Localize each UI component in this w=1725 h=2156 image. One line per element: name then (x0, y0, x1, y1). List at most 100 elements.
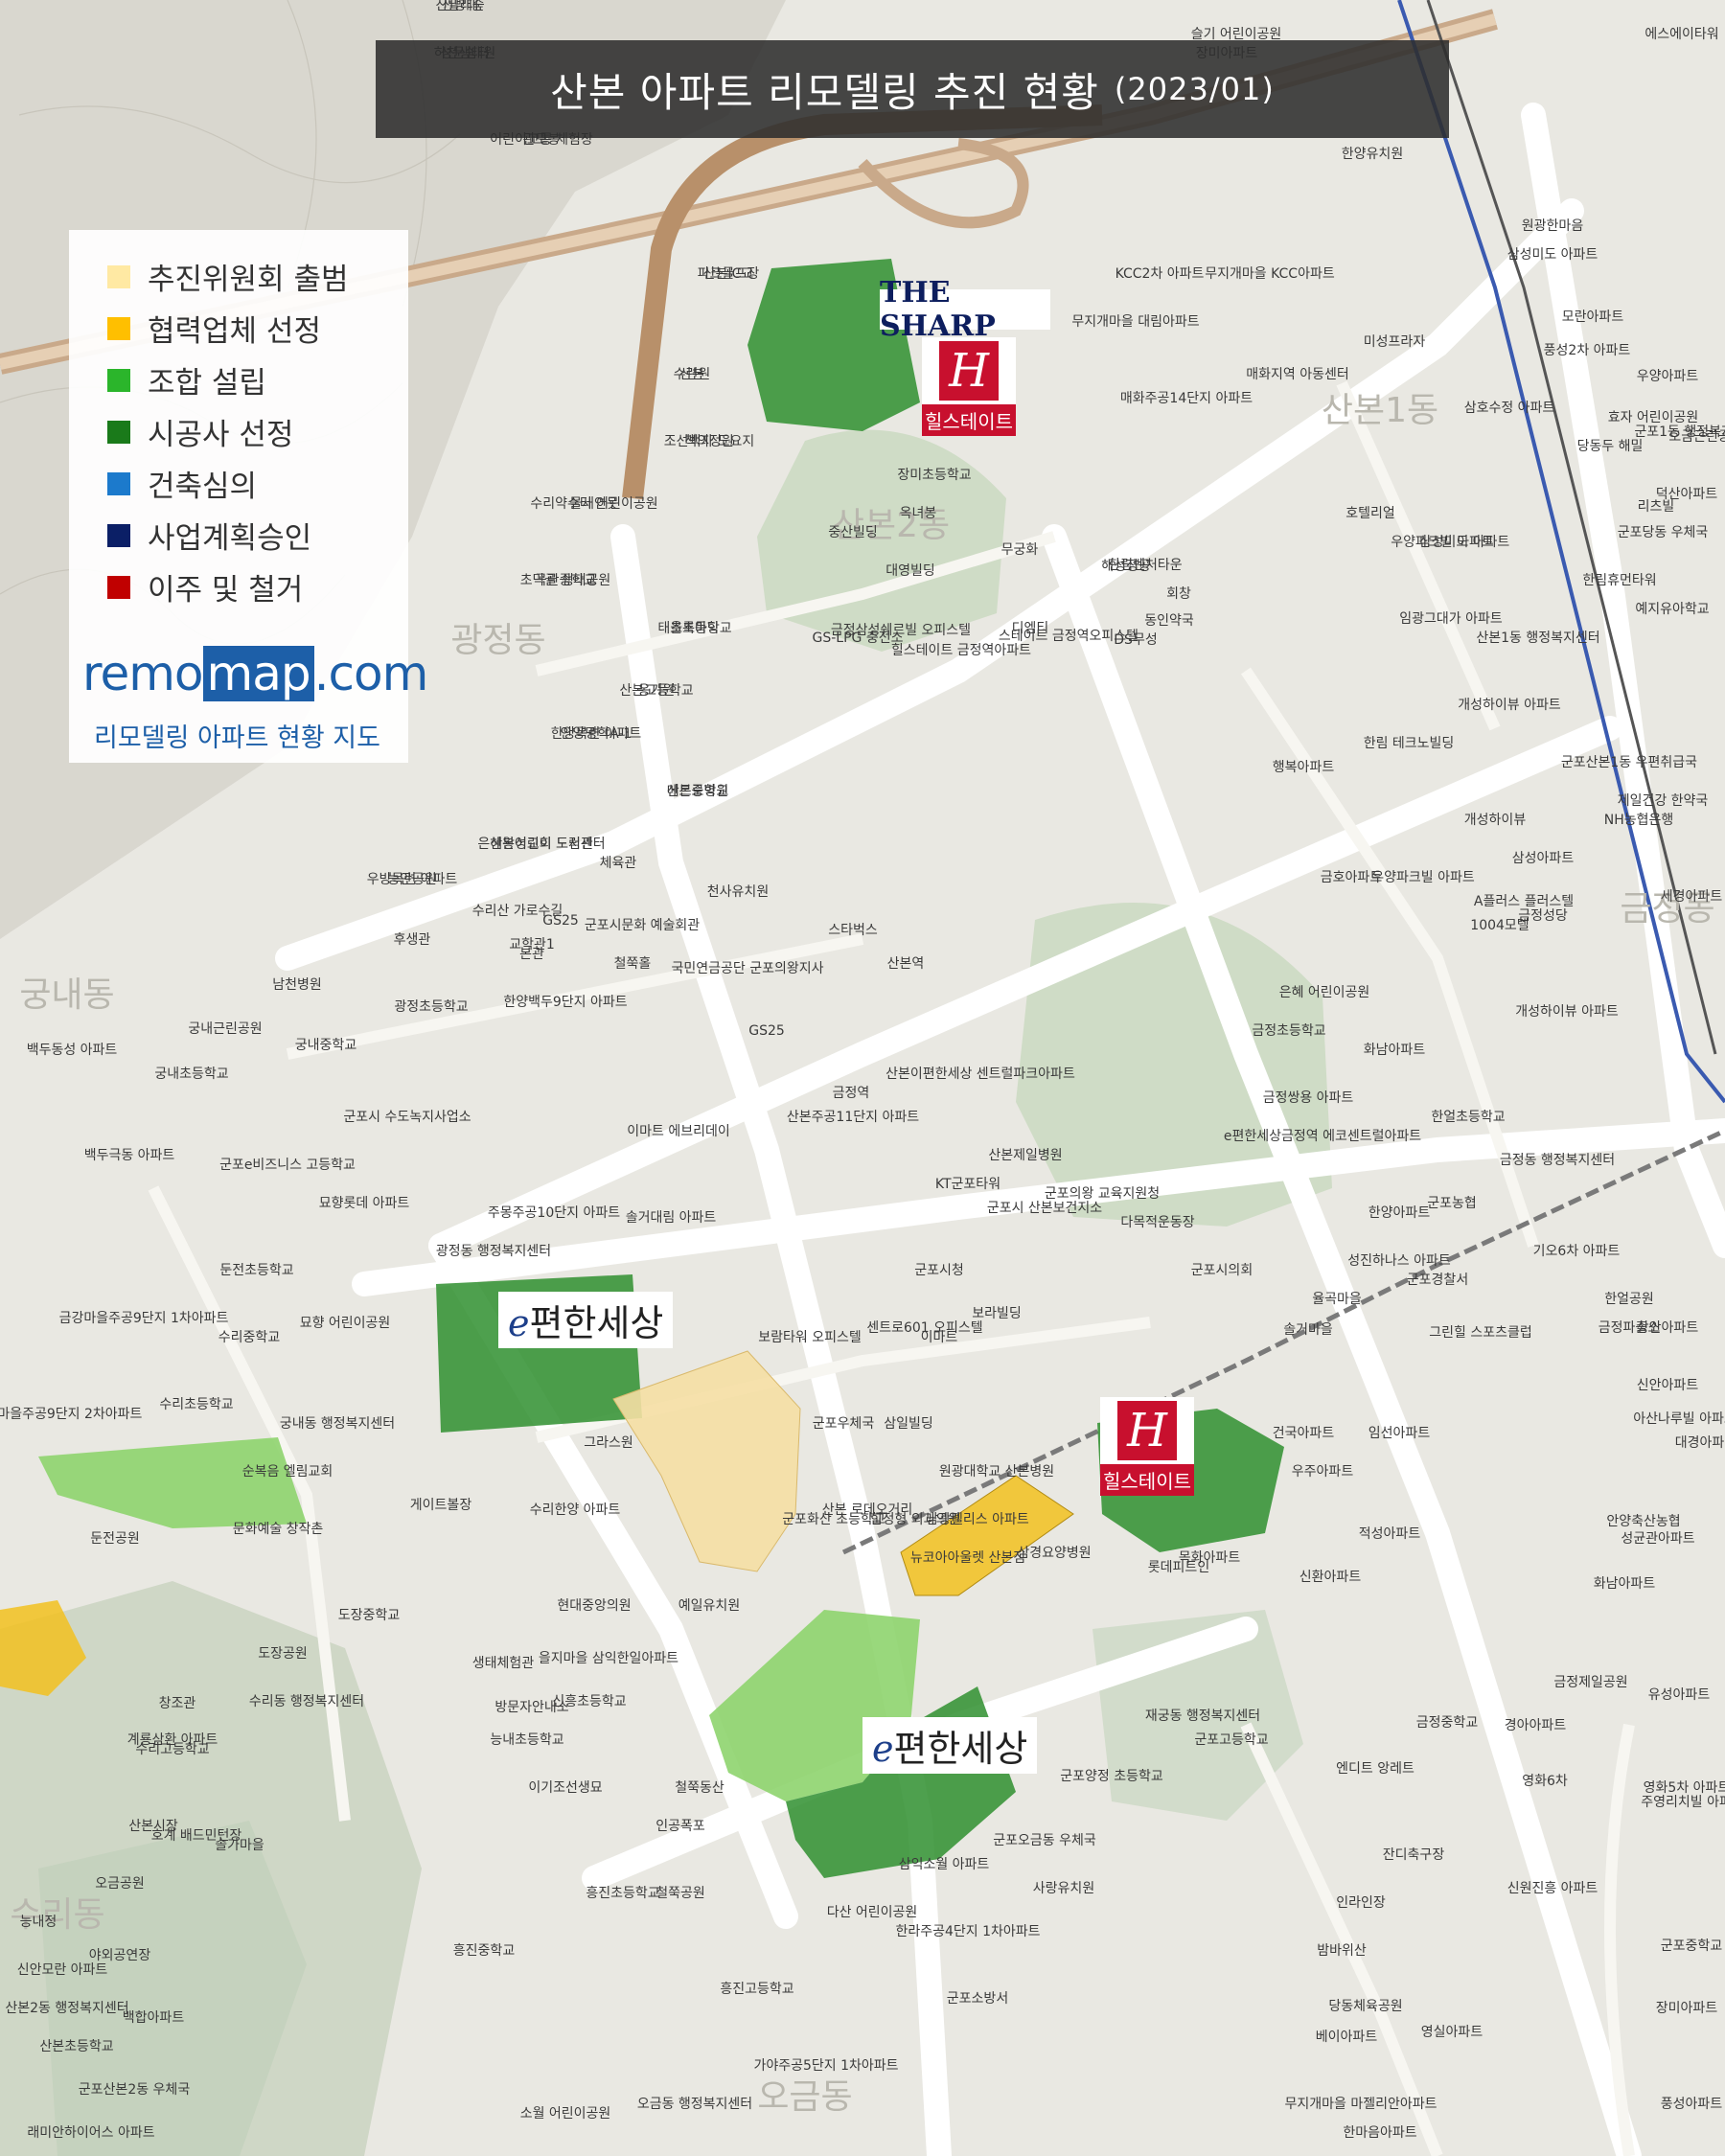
place-label: 궁내초등학교 (154, 1067, 228, 1082)
place-label: 산본제일병원 (988, 1148, 1062, 1163)
place-label: 성균관아파트 (1621, 1531, 1694, 1547)
place-label: 한림휴먼타워 (1582, 573, 1656, 588)
place-label: 군포시문화 예술회관 (585, 918, 700, 933)
place-label: 신환아파트 (1300, 1570, 1362, 1585)
place-label: 산본1동 행정복지센터 (1476, 631, 1599, 646)
place-label: 재궁동 행정복지센터 (1145, 1709, 1260, 1724)
place-label: 철쭉동산 (675, 1780, 724, 1796)
place-label: 우주아파트 (1292, 1464, 1354, 1479)
place-label: 솔가마을 (215, 1838, 264, 1853)
place-label: GS25 (748, 1023, 785, 1039)
place-label: 백합아파트 (123, 2010, 185, 2026)
place-label: 군포당동 우체국 (1618, 525, 1709, 540)
place-label: 화남아파트 (1594, 1576, 1656, 1592)
legend-item: 사업계획승인 (107, 514, 311, 557)
place-label: 메트로병원 (667, 784, 728, 799)
legend: 추진위원회 출범 협력업체 선정 조합 설립 시공사 선정 건축심의 사업계획승… (69, 230, 408, 629)
place-label: 군포시청 (914, 1263, 964, 1278)
dong-label: 궁내동 (19, 975, 114, 1015)
place-label: 사랑유치원 (1033, 1881, 1094, 1896)
place-label: 군포1동 행정복지센터 (1634, 424, 1725, 440)
place-label: 모란아파트 (1562, 310, 1624, 325)
legend-swatch-icon (107, 420, 130, 444)
place-label: 에스에이타워 (1644, 27, 1718, 42)
place-label: 을지마을 삼익한일아파트 (539, 1651, 678, 1666)
place-label: 동인약국 (1144, 613, 1194, 629)
place-label: 삼성아파트 (1512, 851, 1575, 866)
place-label: 아산나루빌 아파트 (1633, 1411, 1725, 1427)
place-label: 호텔리얼 (1346, 506, 1395, 521)
place-label: 수리초등학교 (159, 1397, 233, 1412)
place-label: 천사유치원 (707, 884, 769, 900)
place-label: 세경아파트 (1661, 889, 1723, 905)
place-label: 야외공연장 (89, 1948, 151, 1963)
place-label: 효자 어린이공원 (1608, 410, 1699, 425)
remomap-logo[interactable]: remomap.com (82, 646, 428, 701)
place-label: 현대중앙의원 (557, 1598, 631, 1614)
hillstate-emblem-icon: H (1117, 1401, 1177, 1460)
place-label: 체육관 (600, 856, 637, 871)
place-label: 능안공원 (387, 872, 437, 887)
brand-box[interactable]: remomap.com 리모델링 아파트 현황 지도 (69, 629, 428, 763)
place-label: 산본시장 (128, 1819, 178, 1834)
place-label: 솔거대림 아파트 (626, 1210, 717, 1226)
place-label: 금정제일공원 (1553, 1675, 1627, 1690)
map-viewport[interactable]: 산본2동 산본1동 광정동 궁내동 금정동 오금동 수리동 진달래숲성문쉼터관모… (0, 0, 1725, 2156)
legend-item: 추진위원회 출범 (107, 255, 349, 298)
place-label: 풍성2차 아파트 (1544, 343, 1631, 358)
brand-subtitle: 리모델링 아파트 현황 지도 (94, 723, 380, 753)
place-label: 적성아파트 (1359, 1526, 1421, 1542)
dong-label: 광정동 (450, 621, 545, 660)
place-label: 그라스원 (584, 1435, 633, 1451)
place-label: 신안모란 아파트 (17, 1962, 108, 1978)
place-label: NH농협은행 (1604, 813, 1674, 828)
place-label: 수련원 (674, 367, 711, 382)
place-label: 개성하이뷰 (1464, 813, 1527, 828)
place-label: 둔전공원 (90, 1531, 140, 1547)
place-label: 엔디트 앙레트 (1336, 1761, 1414, 1777)
place-label: 금강마을주공9단지 2차아파트 (0, 1407, 143, 1422)
place-label: 산본역 (887, 956, 925, 972)
place-label: 군포의왕 교육지원청 (1045, 1186, 1160, 1202)
place-label: 원광대학교 산본병원 (939, 1464, 1054, 1479)
place-label: 다산 어린이공원 (827, 1905, 918, 1920)
place-label: 문화예술 창작촌 (233, 1522, 324, 1537)
legend-item: 조합 설립 (107, 358, 266, 401)
place-label: 소월 어린이공원 (520, 2106, 611, 2122)
place-label: 상안아파트 (1637, 1320, 1699, 1336)
place-label: 장미초등학교 (897, 468, 971, 483)
place-label: 백두극동 아파트 (84, 1148, 175, 1163)
legend-swatch-icon (107, 575, 130, 599)
place-label: 군포시 수도녹지사업소 (343, 1110, 471, 1125)
place-label: 영실아파트 (1421, 2025, 1484, 2040)
legend-swatch-icon (107, 523, 130, 547)
place-label: 은혜 어린이공원 (1279, 985, 1370, 1000)
place-label: 삼성미도 아파트 (1419, 535, 1510, 550)
place-label: 게이트볼장 (410, 1498, 472, 1513)
place-label: 군포양정 초등학교 (1060, 1769, 1163, 1784)
place-label: 장미아파트 (1656, 2001, 1718, 2016)
place-label: 신안아파트 (1637, 1378, 1699, 1393)
place-label: 성진하나스 아파트 (1347, 1253, 1451, 1269)
place-label: 군포시 산본보건지소 (987, 1201, 1102, 1216)
place-label: 무지개마을 마젤리안아파트 (1284, 2097, 1437, 2112)
place-label: 임선아파트 (1368, 1426, 1431, 1441)
place-label: 유성아파트 (1648, 1687, 1711, 1703)
place-label: 다목적운동장 (1120, 1215, 1194, 1230)
place-label: 금정역 (833, 1086, 870, 1101)
place-label: 영화5차 아파트 (1644, 1780, 1725, 1796)
place-label: 밤바위산 (1317, 1943, 1367, 1959)
place-label: 수리동 행정복지센터 (249, 1694, 364, 1709)
place-label: 금정초등학교 (1252, 1023, 1325, 1039)
legend-item: 시공사 선정 (107, 410, 293, 453)
place-label: 군포e비즈니스 고등학교 (219, 1158, 356, 1173)
place-label: 산본2동 행정복지센터 (5, 2001, 128, 2016)
place-label: 후생관 (394, 932, 431, 948)
place-label: 1004모텔 (1470, 918, 1529, 933)
place-label: 산본주공11단지 아파트 (787, 1110, 919, 1125)
place-label: GS25 (542, 913, 579, 929)
place-label: 초막골 생태공원 (520, 573, 611, 588)
dong-label: 오금동 (757, 2077, 852, 2117)
place-label: 금강마을주공9단지 1차아파트 (59, 1311, 229, 1326)
place-label: 우양아파트 (1637, 369, 1699, 384)
